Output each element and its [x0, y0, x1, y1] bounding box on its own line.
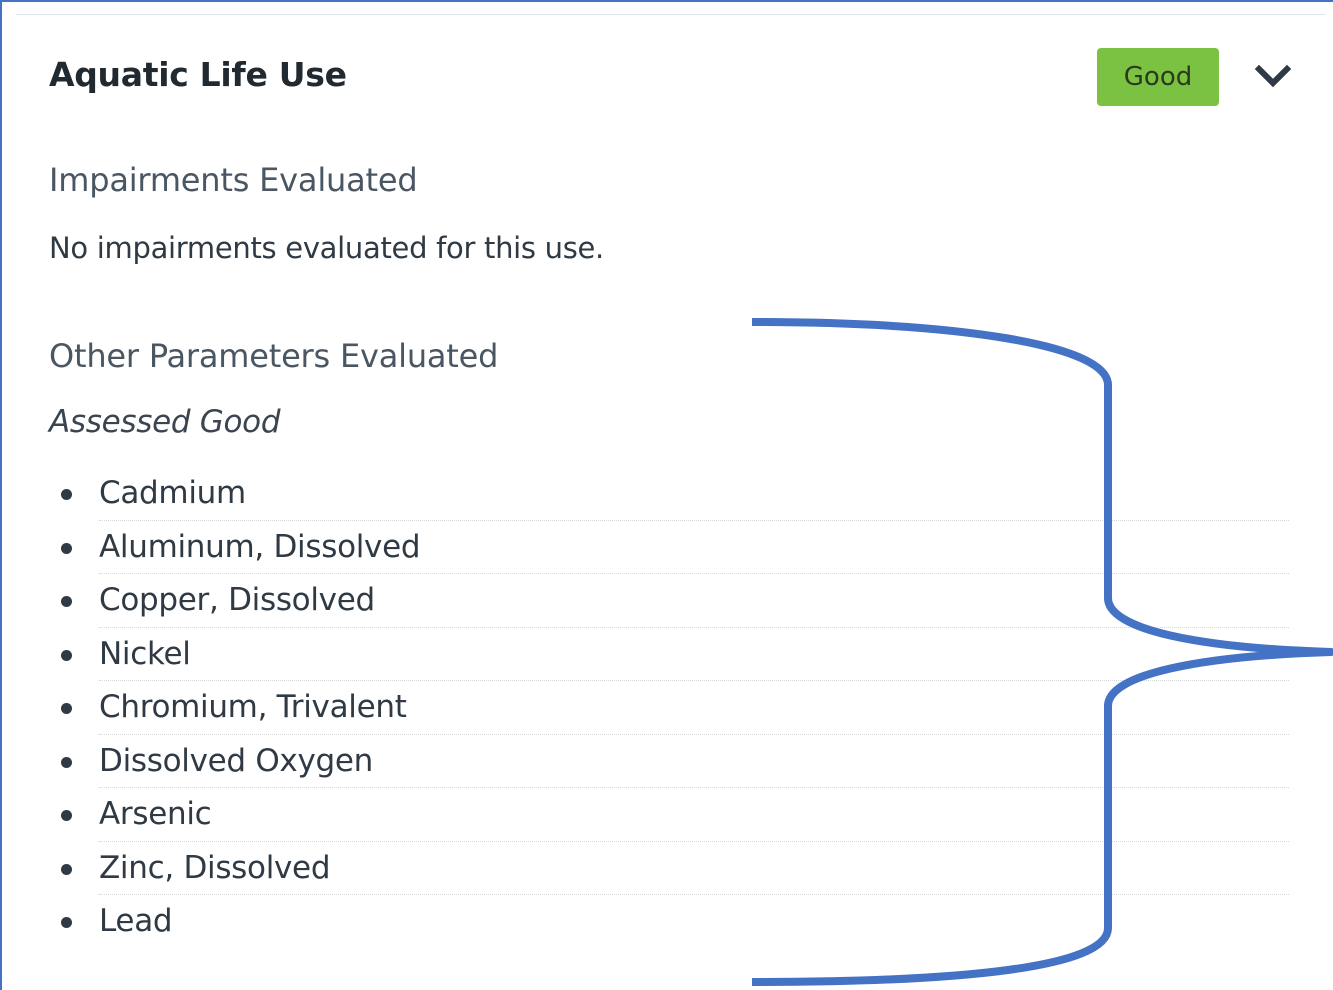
- bullet-icon: [61, 917, 72, 928]
- bullet-icon: [61, 810, 72, 821]
- status-badge: Good: [1097, 48, 1219, 106]
- parameter-list: Cadmium Aluminum, Dissolved Copper, Diss…: [49, 467, 1289, 949]
- card-title: Aquatic Life Use: [49, 55, 347, 94]
- expand-toggle-button[interactable]: [1253, 58, 1293, 96]
- list-item: Chromium, Trivalent: [49, 681, 1289, 735]
- bullet-icon: [61, 489, 72, 500]
- parameter-name: Arsenic: [99, 796, 212, 832]
- bullet-icon: [61, 703, 72, 714]
- bullet-icon: [61, 542, 72, 554]
- bullet-icon: [61, 649, 72, 661]
- impairments-message: No impairments evaluated for this use.: [49, 231, 604, 265]
- list-item: Cadmium: [49, 467, 1289, 521]
- impairments-heading: Impairments Evaluated: [49, 161, 418, 199]
- list-item: Dissolved Oxygen: [49, 735, 1289, 788]
- parameter-name: Nickel: [99, 635, 191, 672]
- list-item: Zinc, Dissolved: [49, 842, 1289, 895]
- bullet-icon: [61, 596, 72, 607]
- parameter-name: Dissolved Oxygen: [99, 742, 374, 779]
- parameter-name: Copper, Dissolved: [99, 582, 375, 618]
- list-item: Lead: [49, 895, 1289, 949]
- chevron-down-icon: [1254, 64, 1292, 88]
- parameter-name: Aluminum, Dissolved: [99, 528, 421, 565]
- list-item: Aluminum, Dissolved: [49, 521, 1289, 574]
- parameter-name: Lead: [99, 903, 173, 939]
- parameter-name: Cadmium: [99, 475, 246, 511]
- parameter-name: Chromium, Trivalent: [99, 689, 407, 725]
- list-item: Arsenic: [49, 788, 1289, 842]
- other-parameters-heading: Other Parameters Evaluated: [49, 337, 499, 375]
- assessed-good-subheading: Assessed Good: [49, 404, 281, 440]
- bullet-icon: [61, 756, 72, 768]
- bullet-icon: [61, 863, 72, 875]
- list-item: Nickel: [49, 628, 1289, 681]
- parameter-name: Zinc, Dissolved: [99, 849, 331, 886]
- divider: [16, 14, 1326, 15]
- list-item: Copper, Dissolved: [49, 574, 1289, 628]
